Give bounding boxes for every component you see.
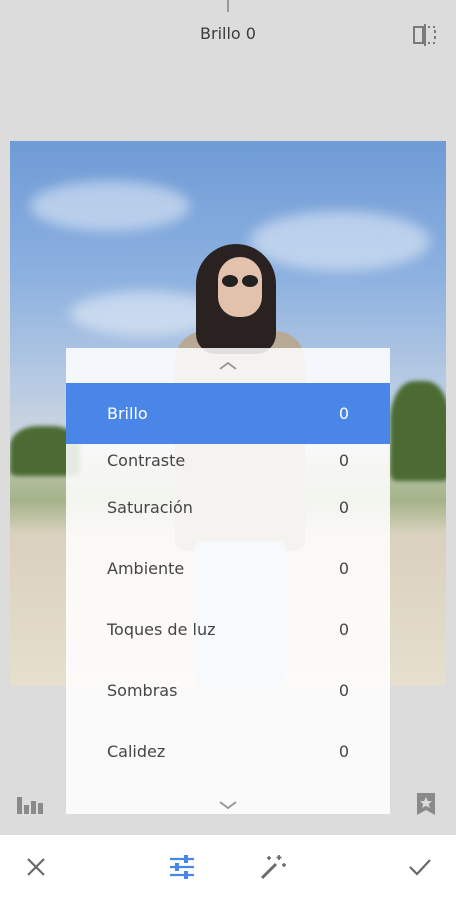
menu-item-toques-de-luz[interactable]: Toques de luz 0 (66, 599, 390, 660)
sliders-icon (170, 855, 194, 879)
page-title: Brillo 0 (200, 24, 256, 43)
checkmark-icon (409, 859, 431, 876)
menu-item-sombras[interactable]: Sombras 0 (66, 660, 390, 721)
menu-item-label: Saturación (107, 498, 193, 517)
scroll-down-button[interactable] (66, 800, 390, 810)
menu-item-label: Contraste (107, 451, 186, 470)
compare-button[interactable] (412, 22, 438, 48)
top-divider (227, 0, 229, 12)
menu-item-brillo[interactable]: Brillo 0 (66, 383, 390, 444)
menu-item-value: 0 (338, 498, 349, 517)
adjustments-menu: Brillo 0 Contraste 0 Saturación 0 Ambien… (66, 348, 390, 814)
menu-item-value: 0 (338, 742, 349, 761)
cloud (30, 181, 190, 231)
adjust-tools-button[interactable] (166, 851, 198, 883)
person-face (218, 257, 262, 317)
bottom-toolbar (0, 835, 456, 900)
menu-item-saturacion[interactable]: Saturación 0 (66, 477, 390, 538)
bookmark-star-icon (417, 793, 435, 815)
cancel-button[interactable] (20, 851, 52, 883)
menu-item-ambiente[interactable]: Ambiente 0 (66, 538, 390, 599)
menu-item-value: 0 (338, 559, 349, 578)
magic-wand-icon (260, 855, 286, 880)
tree (390, 381, 446, 481)
menu-item-value: 0 (338, 681, 349, 700)
menu-item-label: Toques de luz (107, 620, 216, 639)
compare-icon (413, 24, 436, 46)
chevron-up-icon (219, 361, 237, 370)
sunglasses (220, 275, 260, 287)
menu-item-value: 0 (338, 451, 349, 470)
auto-adjust-button[interactable] (257, 851, 289, 883)
menu-item-label: Sombras (107, 681, 178, 700)
menu-item-contraste[interactable]: Contraste 0 (66, 444, 390, 477)
apply-button[interactable] (404, 851, 436, 883)
menu-item-label: Calidez (107, 742, 166, 761)
menu-item-label: Ambiente (107, 559, 185, 578)
styles-button[interactable] (416, 792, 436, 816)
menu-item-calidez[interactable]: Calidez 0 (66, 721, 390, 782)
histogram-icon (17, 797, 43, 814)
menu-item-label: Brillo (107, 404, 148, 423)
menu-item-value: 0 (338, 620, 349, 639)
cloud (250, 211, 430, 271)
menu-item-value: 0 (338, 404, 349, 423)
chevron-down-icon (219, 801, 237, 810)
scroll-up-button[interactable] (66, 348, 390, 383)
close-icon (27, 858, 45, 876)
histogram-button[interactable] (16, 793, 44, 815)
